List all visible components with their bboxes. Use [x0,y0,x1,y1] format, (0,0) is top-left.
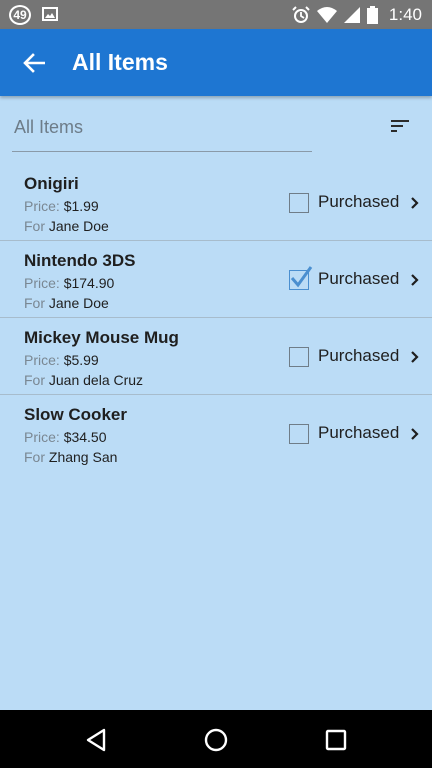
filter-bar: All Items [0,96,432,168]
item-price: Price: $34.50 [24,429,107,445]
recipient-value: Zhang San [48,449,118,465]
purchased-label: Purchased [318,192,400,211]
home-icon [204,728,228,752]
signal-icon [343,7,360,23]
list-item[interactable]: Nintendo 3DS Price: $174.90 For Jane Doe… [0,241,432,318]
notification-badge: 49 [9,5,31,25]
list-item[interactable]: Onigiri Price: $1.99 For Jane Doe Purcha… [0,164,432,241]
wifi-icon [316,7,337,23]
filter-dropdown[interactable]: All Items [12,114,312,152]
sort-button[interactable] [384,112,416,140]
recents-icon [325,729,347,751]
item-recipient: For Juan dela Cruz [24,372,143,388]
recipient-value: Jane Doe [48,218,109,234]
price-label: Price: [24,429,60,445]
item-recipient: For Jane Doe [24,218,109,234]
purchased-checkbox[interactable] [289,193,309,213]
price-value: $1.99 [63,198,99,214]
item-price: Price: $174.90 [24,275,114,291]
nav-home-button[interactable] [203,727,229,753]
for-label: For [24,372,45,388]
item-price: Price: $5.99 [24,352,99,368]
items-list: Onigiri Price: $1.99 For Jane Doe Purcha… [0,164,432,472]
checkmark-icon [290,266,313,288]
chevron-right-icon[interactable] [408,195,422,211]
recipient-value: Jane Doe [48,295,109,311]
chevron-right-icon[interactable] [408,272,422,288]
for-label: For [24,295,45,311]
recipient-value: Juan dela Cruz [48,372,144,388]
item-price: Price: $1.99 [24,198,99,214]
battery-icon [366,6,378,24]
item-name: Slow Cooker [24,405,127,424]
list-item[interactable]: Mickey Mouse Mug Price: $5.99 For Juan d… [0,318,432,395]
purchased-label: Purchased [318,423,400,442]
clock-time: 1:40 [388,5,422,24]
app-bar: All Items [0,29,432,96]
item-name: Mickey Mouse Mug [24,328,179,347]
alarm-icon [292,6,310,23]
price-label: Price: [24,198,60,214]
price-value: $174.90 [63,275,115,291]
arrow-back-icon [23,53,45,73]
purchased-checkbox[interactable] [289,424,309,444]
filter-label: All Items [14,117,84,137]
item-recipient: For Zhang San [24,449,117,465]
for-label: For [24,449,45,465]
item-recipient: For Jane Doe [24,295,109,311]
price-label: Price: [24,275,60,291]
purchased-checkbox[interactable] [289,266,313,290]
item-name: Nintendo 3DS [24,251,136,270]
image-icon [42,7,58,21]
chevron-right-icon[interactable] [408,426,422,442]
price-value: $34.50 [63,429,107,445]
purchased-label: Purchased [318,346,400,365]
purchased-label: Purchased [318,269,400,288]
list-item[interactable]: Slow Cooker Price: $34.50 For Zhang San … [0,395,432,472]
price-label: Price: [24,352,60,368]
purchased-checkbox[interactable] [289,347,309,367]
price-value: $5.99 [63,352,99,368]
back-button[interactable] [18,47,50,79]
status-bar: 49 1:40 [0,0,432,29]
system-nav-bar [0,710,432,768]
chevron-right-icon[interactable] [408,349,422,365]
for-label: For [24,218,45,234]
nav-recents-button[interactable] [323,727,349,753]
back-icon [86,728,106,752]
page-title: All Items [72,49,168,75]
item-name: Onigiri [24,174,79,193]
sort-icon [391,120,409,132]
nav-back-button[interactable] [83,727,109,753]
